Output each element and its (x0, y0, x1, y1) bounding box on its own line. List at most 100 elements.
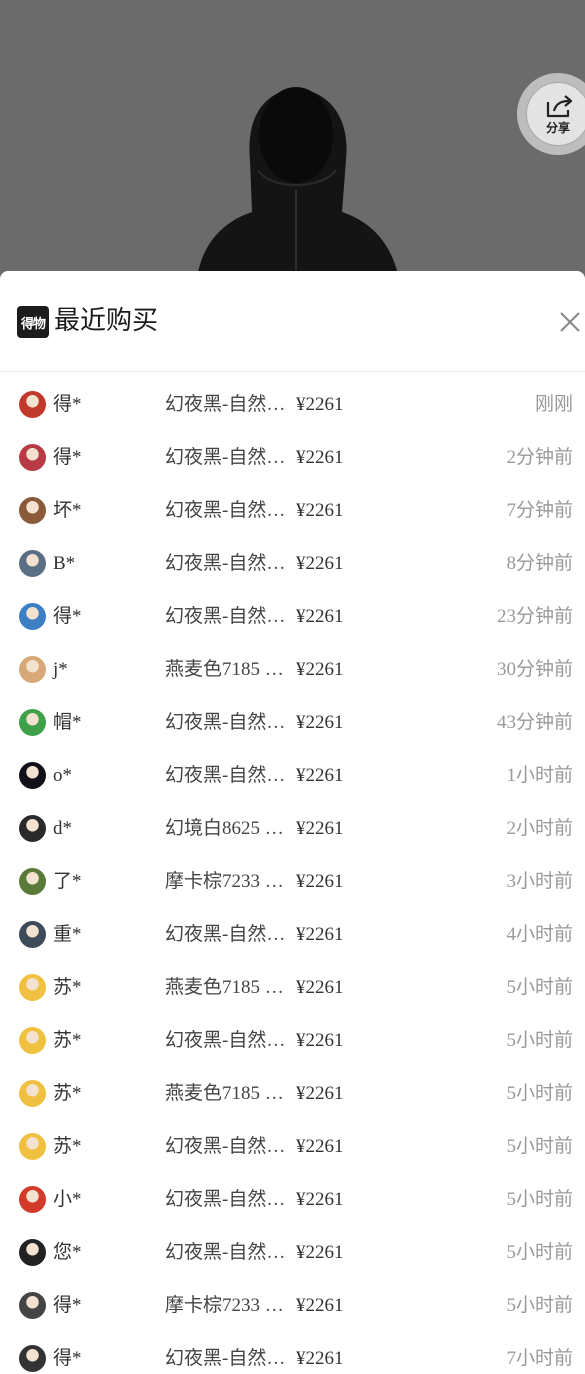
purchase-price: ¥2261 (296, 1083, 344, 1104)
buyer-name: 坏* (53, 500, 82, 521)
user-avatar (19, 921, 46, 948)
purchase-time: 5小时前 (506, 1295, 573, 1316)
buyer-name: 得* (53, 394, 82, 415)
user-avatar (19, 656, 46, 683)
user-avatar (19, 550, 46, 577)
purchase-price: ¥2261 (296, 553, 344, 574)
buyer-name: 苏* (53, 1136, 82, 1157)
buyer-name: 苏* (53, 977, 82, 998)
purchase-time: 5小时前 (506, 1136, 573, 1157)
purchase-price: ¥2261 (296, 871, 344, 892)
purchase-time: 7分钟前 (506, 500, 573, 521)
user-avatar (19, 603, 46, 630)
close-icon[interactable] (559, 311, 581, 333)
purchase-price: ¥2261 (296, 712, 344, 733)
product-variant: 幻夜黑-自然灰色 (165, 1136, 293, 1157)
purchase-time: 5小时前 (506, 1030, 573, 1051)
product-variant: 幻夜黑-自然灰色 (165, 765, 293, 786)
share-button-face: 分享 (526, 82, 585, 146)
buyer-name: 得* (53, 447, 82, 468)
purchase-time: 8分钟前 (506, 553, 573, 574)
buyer-name: 帽* (53, 712, 82, 733)
product-variant: 燕麦色7185 浅色 (165, 1083, 293, 1104)
product-jacket-image (0, 0, 585, 285)
user-avatar (19, 762, 46, 789)
purchase-list: 得* 幻夜黑-自然灰色 ¥2261 刚刚 得* 幻夜黑-自然灰色 ¥2261 2分钟前 坏* 幻夜… (0, 378, 585, 1374)
purchase-time: 5小时前 (506, 1083, 573, 1104)
purchase-row: 了* 摩卡棕7233 深色 ¥2261 3小时前 (0, 855, 585, 908)
user-avatar (19, 815, 46, 842)
purchase-row: 得* 幻夜黑-自然灰色 ¥2261 7小时前 (0, 1332, 585, 1374)
buyer-name: 得* (53, 606, 82, 627)
purchase-row: j* 燕麦色7185 浅色 ¥2261 30分钟前 (0, 643, 585, 696)
user-avatar (19, 1292, 46, 1319)
share-icon (546, 95, 573, 118)
purchase-row: 得* 幻夜黑-自然灰色 ¥2261 23分钟前 (0, 590, 585, 643)
product-variant: 燕麦色7185 浅色 (165, 977, 293, 998)
purchase-time: 刚刚 (534, 394, 573, 415)
purchase-row: 小* 幻夜黑-自然灰色 ¥2261 5小时前 (0, 1173, 585, 1226)
purchase-time: 5小时前 (506, 1242, 573, 1263)
purchase-row: o* 幻夜黑-自然灰色 ¥2261 1小时前 (0, 749, 585, 802)
buyer-name: o* (53, 765, 72, 786)
purchase-time: 30分钟前 (496, 659, 573, 680)
product-variant: 幻夜黑-自然灰色 (165, 924, 293, 945)
user-avatar (19, 974, 46, 1001)
purchase-time: 5小时前 (506, 977, 573, 998)
purchase-price: ¥2261 (296, 1030, 344, 1051)
purchase-row: 帽* 幻夜黑-自然灰色 ¥2261 43分钟前 (0, 696, 585, 749)
product-variant: 幻夜黑-自然灰色 (165, 1189, 293, 1210)
buyer-name: 重* (53, 924, 82, 945)
purchase-row: 苏* 幻夜黑-自然灰色 ¥2261 5小时前 (0, 1014, 585, 1067)
buyer-name: d* (53, 818, 72, 839)
product-image-backdrop: 分享 (0, 0, 585, 285)
purchase-price: ¥2261 (296, 500, 344, 521)
buyer-name: 您* (53, 1242, 82, 1263)
purchase-time: 23分钟前 (496, 606, 573, 627)
buyer-name: 得* (53, 1348, 82, 1369)
user-avatar (19, 1186, 46, 1213)
user-avatar (19, 1239, 46, 1266)
purchase-time: 43分钟前 (496, 712, 573, 733)
purchase-row: 得* 幻夜黑-自然灰色 ¥2261 刚刚 (0, 378, 585, 431)
user-avatar (19, 391, 46, 418)
product-variant: 幻夜黑-自然灰色 (165, 553, 293, 574)
user-avatar (19, 444, 46, 471)
buyer-name: 苏* (53, 1083, 82, 1104)
user-avatar (19, 1345, 46, 1372)
purchase-row: 您* 幻夜黑-自然灰色 ¥2261 5小时前 (0, 1226, 585, 1279)
user-avatar (19, 709, 46, 736)
purchase-price: ¥2261 (296, 1242, 344, 1263)
recent-purchases-sheet: 得物 最近购买 得* 幻夜黑-自然灰色 ¥2261 刚刚 得* 幻夜黑-自然灰色 ¥2261… (0, 271, 585, 1374)
purchase-row: 苏* 燕麦色7185 浅色 ¥2261 5小时前 (0, 1067, 585, 1120)
user-avatar (19, 1080, 46, 1107)
sheet-header: 得物 最近购买 (0, 271, 585, 372)
purchase-time: 2分钟前 (506, 447, 573, 468)
purchase-price: ¥2261 (296, 924, 344, 945)
purchase-price: ¥2261 (296, 1295, 344, 1316)
buyer-name: 了* (53, 871, 82, 892)
purchase-price: ¥2261 (296, 447, 344, 468)
buyer-name: 苏* (53, 1030, 82, 1051)
product-variant: 摩卡棕7233 深色 (165, 1295, 293, 1316)
purchase-time: 5小时前 (506, 1189, 573, 1210)
purchase-price: ¥2261 (296, 394, 344, 415)
purchase-price: ¥2261 (296, 765, 344, 786)
user-avatar (19, 1133, 46, 1160)
purchase-row: 苏* 燕麦色7185 浅色 ¥2261 5小时前 (0, 961, 585, 1014)
product-variant: 幻夜黑-自然灰色 (165, 394, 293, 415)
purchase-row: 重* 幻夜黑-自然灰色 ¥2261 4小时前 (0, 908, 585, 961)
purchase-time: 3小时前 (506, 871, 573, 892)
product-variant: 燕麦色7185 浅色 (165, 659, 293, 680)
purchase-price: ¥2261 (296, 606, 344, 627)
product-variant: 幻夜黑-自然灰色 (165, 1030, 293, 1051)
purchase-time: 1小时前 (506, 765, 573, 786)
product-variant: 幻夜黑-自然灰色 (165, 447, 293, 468)
brand-logo: 得物 (17, 306, 49, 338)
product-variant: 幻夜黑-自然灰色 (165, 606, 293, 627)
product-variant: 幻夜黑-自然灰色 (165, 1348, 293, 1369)
buyer-name: 得* (53, 1295, 82, 1316)
purchase-row: 得* 幻夜黑-自然灰色 ¥2261 2分钟前 (0, 431, 585, 484)
buyer-name: j* (53, 659, 68, 680)
purchase-price: ¥2261 (296, 1189, 344, 1210)
